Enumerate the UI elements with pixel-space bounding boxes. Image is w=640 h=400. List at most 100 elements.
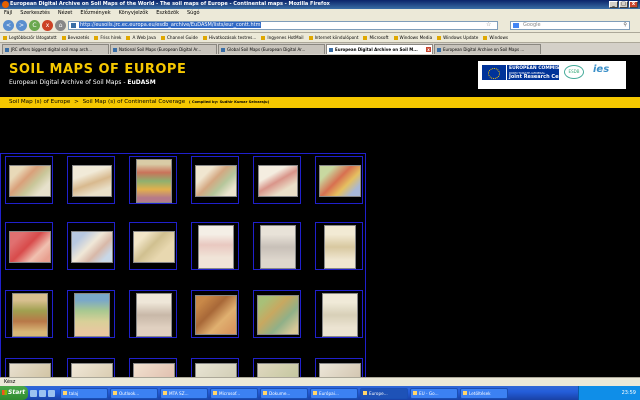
url-text: http://eusoils.jrc.ec.europa.eu/esdb_arc… — [79, 22, 262, 28]
taskbar-item[interactable]: Dokume... — [260, 387, 308, 399]
forward-icon[interactable]: > — [16, 20, 27, 31]
menu-edit[interactable]: Szerkesztés — [20, 9, 50, 18]
back-icon[interactable]: < — [3, 20, 14, 31]
breadcrumb-root-link[interactable]: Soil Map (s) of Europe — [9, 99, 70, 105]
tab-bar: JRC offers biggest digital soil map arch… — [0, 43, 640, 55]
ec-jrc-logo: EUROPEAN COMMISSION DIRECTORATE-GENERAL … — [507, 65, 572, 80]
site-favicon-icon — [71, 23, 76, 28]
map-thumbnail[interactable] — [315, 222, 363, 270]
google-icon — [513, 23, 519, 28]
menu-tools[interactable]: Eszközök — [156, 9, 179, 18]
map-thumbnail[interactable] — [315, 290, 363, 338]
navigation-toolbar: < > C x ⌂ http://eusoils.jrc.ec.europa.e… — [0, 18, 640, 33]
map-thumbnail[interactable] — [191, 222, 239, 270]
map-thumbnail[interactable] — [315, 156, 363, 204]
bookmark-item[interactable]: Hivatkozások testres... — [203, 33, 257, 42]
map-thumbnail[interactable] — [67, 156, 115, 204]
map-thumbnail[interactable] — [129, 290, 177, 338]
map-thumbnail[interactable] — [253, 156, 301, 204]
map-thumbnail[interactable] — [191, 358, 239, 377]
taskbar-item[interactable]: Letöltések — [460, 387, 508, 399]
tab-1[interactable]: JRC offers biggest digital soil map arch… — [2, 44, 109, 54]
taskbar-item[interactable]: Outlook... — [110, 387, 158, 399]
taskbar-item[interactable]: Microsof... — [210, 387, 258, 399]
bookmark-item[interactable]: Windows — [483, 33, 508, 42]
close-button[interactable]: x — [629, 1, 638, 8]
bookmark-item[interactable]: Internet kiindulópont — [309, 33, 359, 42]
taskbar-item[interactable]: Európai... — [310, 387, 358, 399]
bookmark-item[interactable]: A Web Java — [126, 33, 156, 42]
map-gallery — [0, 153, 366, 377]
tab-5[interactable]: European Digital Archive on Soil Maps ..… — [434, 44, 541, 54]
site-subtitle-brand: EuDASM — [127, 79, 156, 86]
menu-history[interactable]: Előzmények — [80, 9, 110, 18]
maximize-button[interactable]: □ — [619, 1, 628, 8]
tab-label: National Soil Maps (European Digital Ar.… — [119, 47, 202, 52]
bookmark-star-icon[interactable]: ☆ — [486, 21, 491, 28]
map-thumbnail[interactable] — [253, 222, 301, 270]
eu-flag-icon — [482, 65, 506, 80]
menu-view[interactable]: Nézet — [58, 9, 72, 18]
bookmarks-toolbar: Legtöbbször látogatott Bevezetés Friss h… — [0, 33, 640, 43]
site-subtitle: European Digital Archive of Soil Maps - … — [9, 79, 156, 86]
map-thumbnail[interactable] — [5, 358, 53, 377]
tab-2[interactable]: National Soil Maps (European Digital Ar.… — [110, 44, 217, 54]
search-icon[interactable]: ⚲ — [623, 22, 627, 29]
quick-launch-icon[interactable] — [30, 389, 37, 397]
url-bar[interactable]: http://eusoils.jrc.ec.europa.eu/esdb_arc… — [68, 21, 498, 30]
start-button[interactable]: Start — [0, 386, 28, 400]
tab-close-icon[interactable]: x — [426, 47, 431, 52]
map-thumbnail[interactable] — [191, 156, 239, 204]
quick-launch-icon[interactable] — [39, 389, 46, 397]
map-thumbnail[interactable] — [67, 222, 115, 270]
status-bar: Kész — [0, 377, 640, 386]
map-thumbnail[interactable] — [253, 290, 301, 338]
window-title: European Digital Archive on Soil Maps of… — [10, 1, 330, 7]
system-tray: 23:59 — [578, 386, 640, 400]
page-content: SOIL MAPS OF EUROPE European Digital Arc… — [0, 55, 640, 377]
clock[interactable]: 23:59 — [622, 390, 636, 396]
window-controls: _ □ x — [609, 1, 638, 8]
map-thumbnail[interactable] — [5, 156, 53, 204]
minimize-button[interactable]: _ — [609, 1, 618, 8]
bookmark-item[interactable]: Channel Guide — [161, 33, 198, 42]
firefox-icon — [2, 1, 9, 8]
map-thumbnail[interactable] — [67, 290, 115, 338]
reload-icon[interactable]: C — [29, 20, 40, 31]
map-thumbnail[interactable] — [129, 156, 177, 204]
map-thumbnail[interactable] — [67, 358, 115, 377]
map-thumbnail[interactable] — [315, 358, 363, 377]
bookmark-item[interactable]: Friss hírek — [94, 33, 121, 42]
tab-label: JRC offers biggest digital soil map arch… — [11, 47, 93, 52]
bookmark-item[interactable]: Ingyenes HotMail — [261, 33, 303, 42]
map-thumbnail[interactable] — [129, 358, 177, 377]
map-thumbnail[interactable] — [191, 290, 239, 338]
compiled-by: ( Compiled by: Sudhir Kumar Selvaraju) — [188, 100, 270, 104]
map-thumbnail[interactable] — [129, 222, 177, 270]
menu-help[interactable]: Súgó — [187, 9, 200, 18]
taskbar-item[interactable]: MTA SZ... — [160, 387, 208, 399]
bookmark-item[interactable]: Windows Media — [394, 33, 433, 42]
site-banner: SOIL MAPS OF EUROPE European Digital Arc… — [0, 55, 640, 95]
taskbar-item-active[interactable]: Europe... — [360, 387, 408, 399]
menu-file[interactable]: Fájl — [4, 9, 12, 18]
map-thumbnail[interactable] — [5, 290, 53, 338]
quick-launch-icon[interactable] — [48, 389, 55, 397]
taskbar-item[interactable]: talaj — [60, 387, 108, 399]
bookmark-item[interactable]: Bevezetés — [62, 33, 90, 42]
tab-4-active[interactable]: European Digital Archive on Soil M... x — [326, 44, 433, 54]
tab-3[interactable]: Global Soil Maps (European Digital Ar... — [218, 44, 325, 54]
home-icon[interactable]: ⌂ — [55, 20, 66, 31]
bookmark-item[interactable]: Legtöbbször látogatott — [3, 33, 57, 42]
site-subtitle-text: European Digital Archive of Soil Maps - — [9, 79, 128, 86]
partner-logos[interactable]: EUROPEAN COMMISSION DIRECTORATE-GENERAL … — [478, 61, 626, 89]
menu-bookmarks[interactable]: Könyvjelzők — [119, 9, 149, 18]
esdb-logo-icon: ESDB — [564, 65, 584, 79]
taskbar-item[interactable]: EU - Go... — [410, 387, 458, 399]
search-input[interactable]: Google ⚲ — [510, 21, 630, 30]
bookmark-item[interactable]: Microsoft — [363, 33, 388, 42]
map-thumbnail[interactable] — [253, 358, 301, 377]
map-thumbnail[interactable] — [5, 222, 53, 270]
bookmark-item[interactable]: Windows Update — [437, 33, 478, 42]
stop-icon[interactable]: x — [42, 20, 53, 31]
